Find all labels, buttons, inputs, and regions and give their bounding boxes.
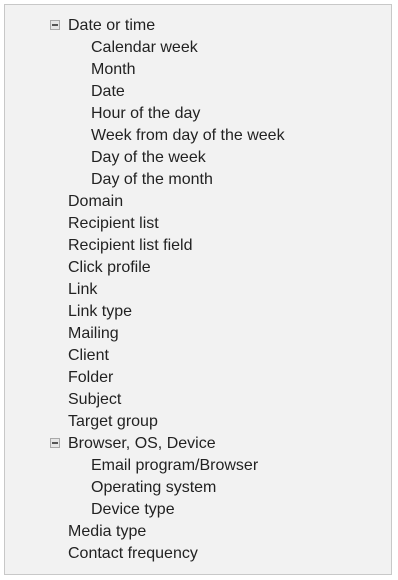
tree-item-week-from-day-of-week[interactable]: Week from day of the week bbox=[5, 125, 391, 147]
tree-item-label: Day of the week bbox=[91, 149, 206, 166]
tree-item-label: Contact frequency bbox=[68, 545, 198, 562]
tree-group-browser-os-device[interactable]: Browser, OS, Device bbox=[5, 433, 391, 455]
tree-item-email-program-browser[interactable]: Email program/Browser bbox=[5, 455, 391, 477]
tree-item-label: Link bbox=[68, 281, 98, 298]
tree-item-label: Day of the month bbox=[91, 171, 213, 188]
tree-group-date-or-time[interactable]: Date or time bbox=[5, 15, 391, 37]
tree-item-label: Client bbox=[68, 347, 109, 364]
tree-item-subject[interactable]: Subject bbox=[5, 389, 391, 411]
tree-item-click-profile[interactable]: Click profile bbox=[5, 257, 391, 279]
tree-item-label: Mailing bbox=[68, 325, 119, 342]
dimension-tree-panel: Date or time Calendar week Month Date Ho… bbox=[4, 4, 392, 575]
tree-item-day-of-the-week[interactable]: Day of the week bbox=[5, 147, 391, 169]
tree-item-link[interactable]: Link bbox=[5, 279, 391, 301]
tree-group-label: Browser, OS, Device bbox=[68, 435, 216, 452]
collapse-icon[interactable] bbox=[50, 438, 60, 448]
tree-item-client[interactable]: Client bbox=[5, 345, 391, 367]
tree-item-folder[interactable]: Folder bbox=[5, 367, 391, 389]
tree-item-label: Click profile bbox=[68, 259, 151, 276]
tree-item-label: Link type bbox=[68, 303, 133, 320]
dimension-tree: Date or time Calendar week Month Date Ho… bbox=[5, 15, 391, 565]
tree-item-mailing[interactable]: Mailing bbox=[5, 323, 391, 345]
tree-item-calendar-week[interactable]: Calendar week bbox=[5, 37, 391, 59]
tree-item-label: Recipient list field bbox=[68, 237, 193, 254]
tree-item-domain[interactable]: Domain bbox=[5, 191, 391, 213]
tree-item-recipient-list[interactable]: Recipient list bbox=[5, 213, 391, 235]
tree-item-label: Email program/Browser bbox=[91, 457, 259, 474]
tree-item-label: Device type bbox=[91, 501, 175, 518]
tree-item-recipient-list-field[interactable]: Recipient list field bbox=[5, 235, 391, 257]
tree-item-label: Folder bbox=[68, 369, 114, 386]
tree-item-date[interactable]: Date bbox=[5, 81, 391, 103]
collapse-icon[interactable] bbox=[50, 20, 60, 30]
tree-item-label: Operating system bbox=[91, 479, 217, 496]
tree-item-label: Calendar week bbox=[91, 39, 198, 56]
tree-item-target-group[interactable]: Target group bbox=[5, 411, 391, 433]
tree-item-label: Subject bbox=[68, 391, 122, 408]
tree-item-link-type[interactable]: Link type bbox=[5, 301, 391, 323]
tree-item-month[interactable]: Month bbox=[5, 59, 391, 81]
tree-item-label: Target group bbox=[68, 413, 158, 430]
tree-group-label: Date or time bbox=[68, 17, 156, 34]
tree-item-media-type[interactable]: Media type bbox=[5, 521, 391, 543]
tree-item-label: Hour of the day bbox=[91, 105, 201, 122]
tree-item-label: Date bbox=[91, 83, 125, 100]
tree-item-label: Media type bbox=[68, 523, 147, 540]
tree-item-label: Week from day of the week bbox=[91, 127, 285, 144]
tree-item-operating-system[interactable]: Operating system bbox=[5, 477, 391, 499]
tree-item-device-type[interactable]: Device type bbox=[5, 499, 391, 521]
tree-item-contact-frequency[interactable]: Contact frequency bbox=[5, 543, 391, 565]
tree-item-label: Domain bbox=[68, 193, 124, 210]
tree-item-day-of-the-month[interactable]: Day of the month bbox=[5, 169, 391, 191]
tree-item-label: Recipient list bbox=[68, 215, 159, 232]
tree-item-hour-of-the-day[interactable]: Hour of the day bbox=[5, 103, 391, 125]
tree-item-label: Month bbox=[91, 61, 136, 78]
